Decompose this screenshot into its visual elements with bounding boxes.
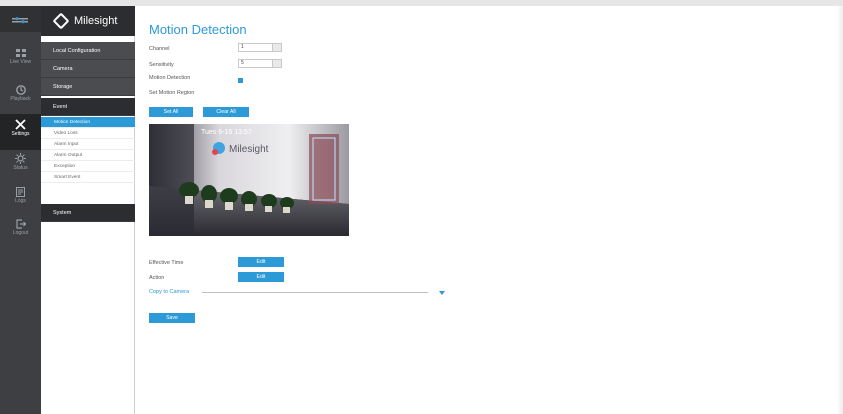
effective-time-edit-button[interactable]: Edit bbox=[238, 257, 284, 267]
menu-toggle[interactable] bbox=[0, 6, 41, 32]
logs-icon bbox=[16, 187, 25, 197]
chevron-down-icon bbox=[272, 44, 281, 51]
sidebar-item-motion-detection[interactable]: Motion Detection bbox=[41, 117, 135, 128]
channel-value: 1 bbox=[241, 44, 244, 50]
main-content: Motion Detection Channel 1 Sensitivity 5… bbox=[136, 6, 843, 414]
sidebar-item-video-loss[interactable]: Video Loss bbox=[41, 128, 135, 139]
brand-header: Milesight bbox=[41, 6, 135, 36]
milesight-logo-icon bbox=[52, 12, 70, 30]
status-icon bbox=[15, 153, 26, 164]
window-shadow bbox=[837, 6, 843, 414]
icon-nav-bar: Live View Playback Settings Status Logs … bbox=[0, 6, 41, 414]
sidebar-group-local-configuration[interactable]: Local Configuration bbox=[41, 42, 135, 60]
svg-text:Milesight: Milesight bbox=[229, 144, 269, 155]
nav-settings[interactable]: Settings bbox=[0, 114, 41, 150]
preview-timestamp: Tues 6-16 13:57 bbox=[201, 129, 252, 136]
sidebar-group-event[interactable]: Event bbox=[41, 98, 135, 116]
camera-scene-image: Milesight Tues 6-16 13:57 bbox=[149, 124, 349, 236]
motion-detection-label: Motion Detection bbox=[149, 75, 191, 81]
sidebar-group-camera[interactable]: Camera bbox=[41, 60, 135, 78]
nav-label: Logs bbox=[15, 198, 26, 204]
set-all-button[interactable]: Set All bbox=[149, 107, 193, 117]
nav-playback[interactable]: Playback bbox=[0, 80, 41, 116]
sidebar-item-alarm-input[interactable]: Alarm Input bbox=[41, 139, 135, 150]
nav-logs[interactable]: Logs bbox=[0, 182, 41, 218]
nav-label: Status bbox=[13, 165, 28, 171]
sidebar-item-alarm-output[interactable]: Alarm Output bbox=[41, 150, 135, 161]
nav-label: Playback bbox=[10, 96, 31, 102]
nav-label: Live View bbox=[9, 59, 32, 65]
chevron-down-icon[interactable] bbox=[439, 291, 445, 295]
action-edit-button[interactable]: Edit bbox=[238, 272, 284, 282]
nav-live-view[interactable]: Live View bbox=[0, 44, 41, 80]
chevron-down-icon bbox=[272, 60, 281, 67]
page-title: Motion Detection bbox=[149, 22, 247, 37]
playback-icon bbox=[15, 85, 26, 95]
nav-label: Settings bbox=[11, 131, 30, 137]
sidebar-item-smart-event[interactable]: Smart Event bbox=[41, 172, 135, 183]
menu-icon bbox=[12, 17, 28, 24]
save-button[interactable]: Save bbox=[149, 313, 195, 323]
set-motion-region-label: Set Motion Region bbox=[149, 90, 195, 96]
motion-detection-checkbox[interactable] bbox=[238, 78, 243, 83]
settings-sidebar: Milesight Local Configuration Camera Sto… bbox=[41, 6, 135, 414]
camera-preview[interactable]: Milesight Tues 6-16 13:57 bbox=[149, 124, 349, 236]
sensitivity-select[interactable]: 5 bbox=[238, 59, 282, 68]
clear-all-button[interactable]: Clear All bbox=[203, 107, 249, 117]
live-view-icon bbox=[15, 49, 26, 57]
channel-label: Channel bbox=[149, 46, 170, 52]
logout-icon bbox=[15, 219, 26, 229]
nav-label: Logout bbox=[12, 230, 29, 236]
nav-logout[interactable]: Logout bbox=[0, 214, 41, 250]
sensitivity-label: Sensitivity bbox=[149, 62, 174, 68]
settings-icon bbox=[15, 119, 26, 130]
app-window: Live View Playback Settings Status Logs … bbox=[0, 0, 843, 414]
sensitivity-value: 5 bbox=[241, 60, 244, 66]
copy-to-camera-divider bbox=[202, 292, 428, 293]
effective-time-label: Effective Time bbox=[149, 260, 184, 266]
nav-status[interactable]: Status bbox=[0, 148, 41, 184]
action-label: Action bbox=[149, 275, 165, 281]
sidebar-group-storage[interactable]: Storage bbox=[41, 78, 135, 96]
channel-select[interactable]: 1 bbox=[238, 43, 282, 52]
brand-name: Milesight bbox=[74, 15, 118, 27]
sidebar-group-system[interactable]: System bbox=[41, 204, 135, 222]
copy-to-camera-link[interactable]: Copy to Camera bbox=[149, 289, 189, 295]
sidebar-item-exception[interactable]: Exception bbox=[41, 161, 135, 172]
